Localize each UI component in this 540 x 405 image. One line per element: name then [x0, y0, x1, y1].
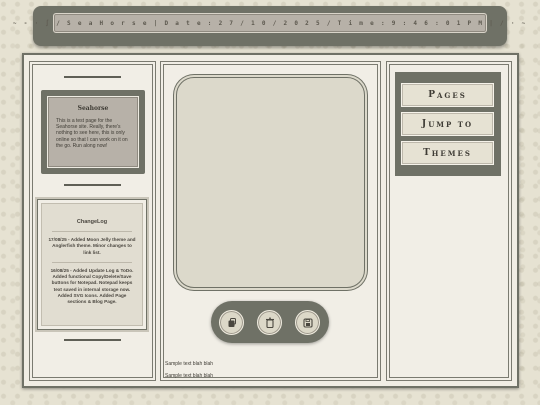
nav-label-rest: UMP TO: [428, 119, 474, 129]
changelog-card: ChangeLog 17/08/25 - Added Moon Jelly th…: [41, 203, 143, 326]
sample-text-line: Sample text blah blah: [165, 361, 214, 367]
trash-icon: [265, 317, 274, 328]
nav-pages-button[interactable]: P AGES: [401, 83, 494, 107]
divider: [52, 231, 132, 232]
sample-text-line: Sample text blah blah: [165, 373, 214, 379]
nav-label-rest: HEMES: [431, 148, 472, 158]
seahorse-card-body: This is a test page for the Seahorse sit…: [56, 118, 128, 149]
divider: [64, 76, 121, 78]
notepad-display[interactable]: [176, 77, 365, 288]
changelog-title: ChangeLog: [76, 219, 108, 225]
seahorse-info-card: Seahorse This is a test page for the Sea…: [47, 96, 139, 168]
nav-label-initial: T: [423, 148, 432, 158]
nav-jump-to-button[interactable]: J UMP TO: [401, 112, 494, 136]
save-icon: [302, 317, 313, 328]
copy-icon: [228, 317, 236, 327]
nav-themes-button[interactable]: T HEMES: [401, 141, 494, 165]
divider: [64, 184, 121, 186]
copy-button[interactable]: [219, 310, 244, 335]
changelog-entry: 17/08/25 - Added Moon Jelly theme and An…: [48, 237, 136, 255]
header-status-text: ~ - · ∫ / S e a H o r s e | D a t e : 2 …: [12, 19, 528, 27]
save-button[interactable]: [295, 310, 320, 335]
seahorse-card-title: Seahorse: [77, 105, 109, 112]
changelog-entry: 16/08/25 - Added Update Log & ToDo. Adde…: [50, 267, 134, 305]
nav-label-rest: AGES: [436, 90, 467, 100]
nav-label-initial: P: [428, 90, 437, 100]
delete-button[interactable]: [257, 310, 282, 335]
divider: [64, 339, 121, 341]
header-status-bar: ~ - · ∫ / S e a H o r s e | D a t e : 2 …: [13, 13, 525, 33]
divider: [52, 261, 132, 263]
